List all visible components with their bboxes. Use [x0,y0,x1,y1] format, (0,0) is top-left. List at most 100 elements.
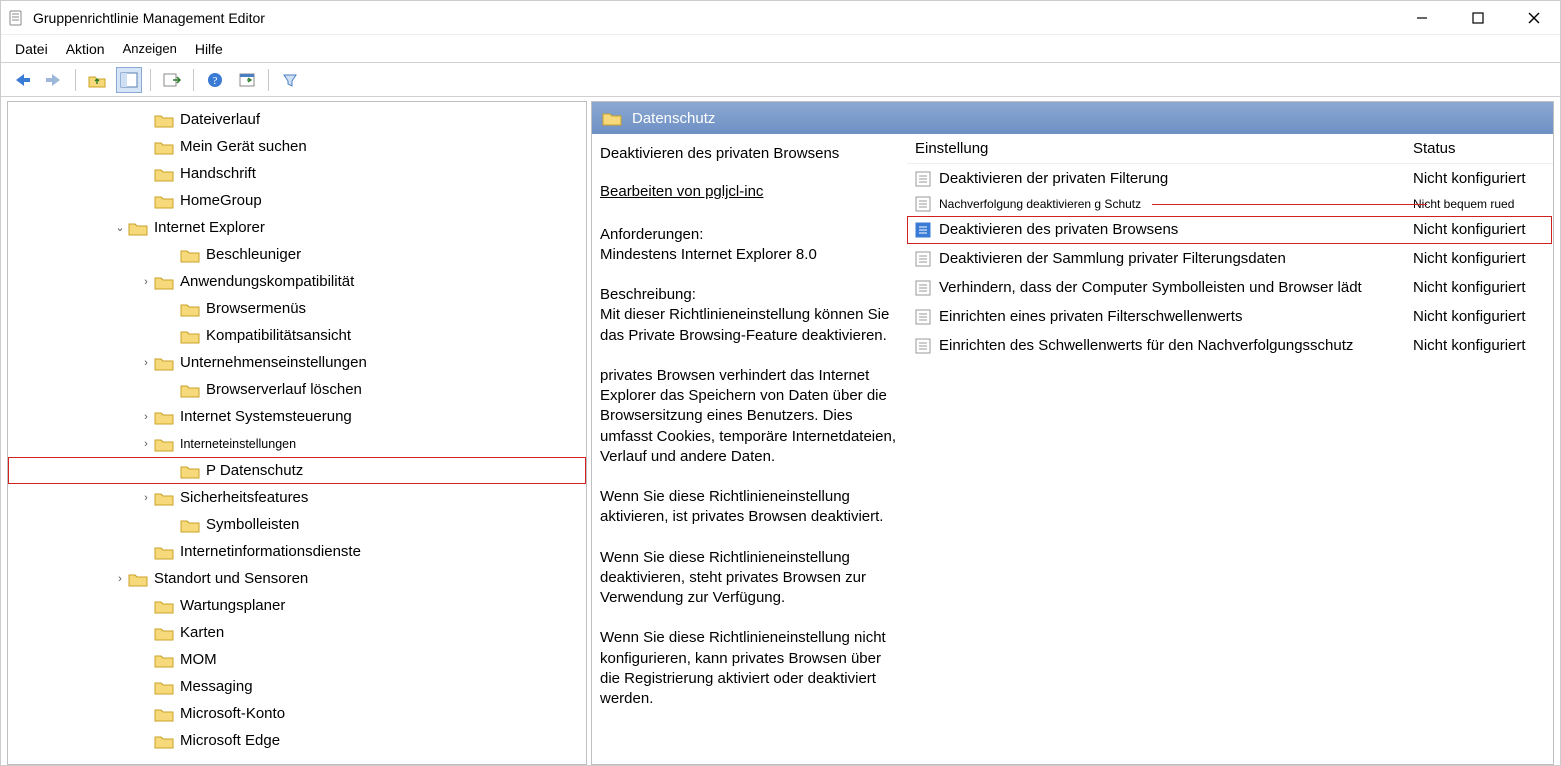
description-p2: privates Browsen verhindert das Internet… [600,366,901,467]
folder-icon [154,625,174,641]
expand-closed-icon[interactable]: › [138,411,154,423]
folder-icon [154,706,174,722]
tree-item[interactable]: P Datenschutz [8,457,586,484]
folder-icon [180,517,200,533]
toolbar: ? [1,63,1560,97]
nav-forward-button[interactable] [41,67,67,93]
tree-item[interactable]: Browserverlauf löschen [8,376,586,403]
tree-item[interactable]: HomeGroup [8,187,586,214]
expand-closed-icon[interactable]: › [138,276,154,288]
menu-view[interactable]: Anzeigen [123,41,177,56]
tree-item[interactable]: Microsoft-Konto [8,700,586,727]
menu-file[interactable]: Datei [15,41,48,57]
setting-row[interactable]: Einrichten eines privaten Filterschwelle… [907,302,1553,331]
tree-item-label: Beschleuniger [206,246,301,263]
tree-item-label: Messaging [180,678,253,695]
tree-item[interactable]: Beschleuniger [8,241,586,268]
tree-item[interactable]: Microsoft Edge [8,727,586,754]
expand-closed-icon[interactable]: › [138,357,154,369]
expand-open-icon[interactable]: ⌄ [112,221,128,234]
tree-item[interactable]: Internetinformationsdienste [8,538,586,565]
tree-item[interactable]: Mein Gerät suchen [8,133,586,160]
filter-button[interactable] [277,67,303,93]
folder-icon [180,247,200,263]
setting-status: Nicht konfiguriert [1413,308,1553,325]
tree-item-label: Interneteinstellungen [180,437,296,451]
toolbar-separator [268,69,269,91]
tree-item-label: HomeGroup [180,192,262,209]
setting-status: Nicht konfiguriert [1413,337,1553,354]
show-hide-tree-button[interactable] [116,67,142,93]
tree-item[interactable]: Dateiverlauf [8,106,586,133]
policy-icon [913,308,933,326]
requirements-value: Mindestens Internet Explorer 8.0 [600,245,901,265]
tree-item[interactable]: › Unternehmenseinstellungen [8,349,586,376]
tree-item-label: Symbolleisten [206,516,299,533]
tree-item-label: Internet Explorer [154,219,265,236]
tree-item[interactable]: ›Standort und Sensoren [8,565,586,592]
tree-item[interactable]: Wartungsplaner [8,592,586,619]
tree-item[interactable]: ⌄ Internet Explorer [8,214,586,241]
nav-back-button[interactable] [9,67,35,93]
detail-header: Datenschutz [592,102,1553,134]
tree-item[interactable]: › Interneteinstellungen [8,430,586,457]
tree-item-label: P Datenschutz [206,462,303,479]
menu-action[interactable]: Aktion [66,41,105,57]
setting-row[interactable]: Deaktivieren der Sammlung privater Filte… [907,244,1553,273]
tree-item-label: Internet Systemsteuerung [180,408,352,425]
maximize-button[interactable] [1464,4,1492,32]
description-p5: Wenn Sie diese Richtlinieneinstellung ni… [600,628,901,709]
expand-closed-icon[interactable]: › [112,573,128,585]
tree-item-label: Unternehmenseinstellungen [180,354,367,371]
folder-icon [154,544,174,560]
tree-item[interactable]: › Internet Systemsteuerung [8,403,586,430]
setting-row[interactable]: Einrichten des Schwellenwerts für den Na… [907,331,1553,360]
tree-item[interactable]: Messaging [8,673,586,700]
folder-icon [154,409,174,425]
column-setting-header[interactable]: Einstellung [907,140,1413,157]
folder-icon [154,166,174,182]
tree-item-label: Microsoft-Konto [180,705,285,722]
titlebar: Gruppenrichtlinie Management Editor [1,1,1560,35]
tree-item[interactable]: Handschrift [8,160,586,187]
detail-header-title: Datenschutz [632,110,715,127]
export-button[interactable] [159,67,185,93]
edit-link[interactable]: Bearbeiten von pgljcl-inc [600,182,901,202]
minimize-button[interactable] [1408,4,1436,32]
expand-closed-icon[interactable]: › [138,492,154,504]
help-button[interactable]: ? [202,67,228,93]
tree-item[interactable]: Kompatibilitätsansicht [8,322,586,349]
toolbar-separator [193,69,194,91]
folder-icon [154,193,174,209]
expand-closed-icon[interactable]: › [138,438,154,450]
tree-item[interactable]: Symbolleisten [8,511,586,538]
folder-icon [180,463,200,479]
menu-help[interactable]: Hilfe [195,41,223,57]
tree-item[interactable]: › Anwendungskompatibilität [8,268,586,295]
policy-icon [913,170,933,188]
close-button[interactable] [1520,4,1548,32]
tree-scroll[interactable]: DateiverlaufMein Gerät suchenHandschrift… [8,102,586,764]
tree-item-label: Kompatibilitätsansicht [206,327,351,344]
column-status-header[interactable]: Status [1413,140,1553,157]
tree-item-label: Anwendungskompatibilität [180,273,354,290]
folder-up-button[interactable] [84,67,110,93]
setting-row[interactable]: Deaktivieren der privaten FilterungNicht… [907,164,1553,193]
description-p3: Wenn Sie diese Richtlinieneinstellung ak… [600,487,901,528]
setting-row[interactable]: Deaktivieren des privaten BrowsensNicht … [907,215,1553,244]
policy-icon [913,195,933,213]
setting-status: Nicht konfiguriert [1413,279,1553,296]
policy-icon [913,337,933,355]
content-area: DateiverlaufMein Gerät suchenHandschrift… [1,97,1560,765]
tree-item[interactable]: Karten [8,619,586,646]
settings-list[interactable]: Deaktivieren der privaten FilterungNicht… [907,164,1553,764]
tree-item[interactable]: MOM [8,646,586,673]
setting-row[interactable]: Verhindern, dass der Computer Symbolleis… [907,273,1553,302]
properties-button[interactable] [234,67,260,93]
folder-icon [180,382,200,398]
tree-item[interactable]: Browsermenüs [8,295,586,322]
setting-status: Nicht bequem rued [1413,197,1553,211]
setting-row[interactable]: Nachverfolgung deaktivieren g SchutzNich… [907,193,1553,215]
tree-item[interactable]: ›Sicherheitsfeatures [8,484,586,511]
folder-icon [180,328,200,344]
